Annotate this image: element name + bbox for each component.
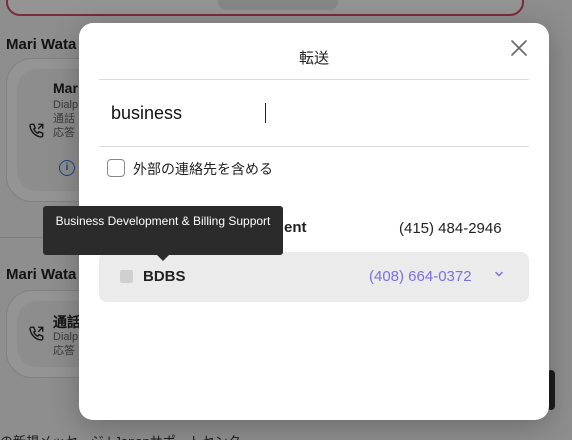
result-phone-dropdown[interactable]: (408) 664-0372 xyxy=(369,268,472,285)
close-button[interactable] xyxy=(510,39,528,57)
include-external-label: 外部の連絡先を含める xyxy=(133,161,273,177)
divider xyxy=(99,79,529,80)
result-name: BDBS xyxy=(143,268,186,285)
include-external-checkbox[interactable] xyxy=(107,159,125,177)
tooltip: Business Development & Billing Support xyxy=(43,206,283,255)
chevron-down-icon[interactable] xyxy=(494,269,504,279)
tooltip-arrow xyxy=(157,255,169,261)
text-caret xyxy=(265,103,266,123)
search-input[interactable] xyxy=(111,100,511,126)
status-indicator xyxy=(120,270,133,283)
dialog-title: 転送 xyxy=(298,50,329,67)
contact-name[interactable]: ent xyxy=(284,219,307,236)
close-icon xyxy=(511,40,527,56)
divider xyxy=(99,146,529,147)
contact-phone: (415) 484-2946 xyxy=(399,220,502,237)
